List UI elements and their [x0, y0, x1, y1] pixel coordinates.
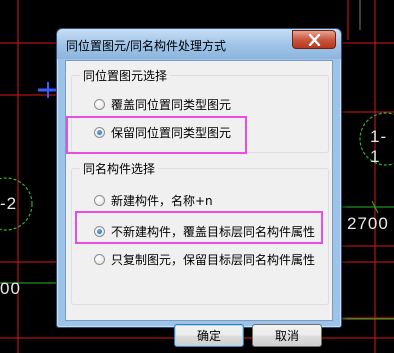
- cad-label: -2: [0, 194, 18, 213]
- cad-label: 1-1: [370, 127, 388, 166]
- duplicate-handling-dialog: 同位置图元/同名构件处理方式 同位置图元选择 覆盖同位置同类型图元 保留同位置同…: [56, 28, 342, 347]
- same-name-group: 同名构件选择 新建构件，名称+n 不新建构件，覆盖目标层同名构件属性 只复制图元…: [71, 160, 329, 305]
- ok-button[interactable]: 确定: [174, 324, 244, 347]
- dialog-title: 同位置图元/同名构件处理方式: [66, 39, 227, 53]
- cad-label: 2700: [347, 214, 389, 233]
- radio-overwrite-target-properties[interactable]: 不新建构件，覆盖目标层同名构件属性: [94, 223, 315, 239]
- radio-create-new-component[interactable]: 新建构件，名称+n: [94, 192, 213, 208]
- group-frame: [71, 75, 329, 153]
- dialog-client-area: 同位置图元选择 覆盖同位置同类型图元 保留同位置同类型图元 同名构件选择 新建构…: [65, 60, 333, 347]
- radio-button[interactable]: [94, 194, 105, 206]
- radio-keep-same-position[interactable]: 保留同位置同类型图元: [94, 124, 231, 140]
- radio-copy-only-keep-properties[interactable]: 只复制图元，保留目标层同名构件属性: [94, 251, 315, 267]
- radio-button[interactable]: [94, 253, 105, 265]
- same-position-group: 同位置图元选择 覆盖同位置同类型图元 保留同位置同类型图元: [71, 67, 329, 153]
- radio-button[interactable]: [94, 98, 105, 110]
- cancel-button[interactable]: 取消: [252, 324, 322, 347]
- close-button[interactable]: [292, 30, 336, 49]
- cad-label: 00: [0, 279, 21, 298]
- radio-label: 新建构件，名称+n: [111, 193, 213, 208]
- group-title: 同位置图元选择: [80, 67, 171, 84]
- radio-button-selected[interactable]: [94, 126, 105, 138]
- close-x-icon: [308, 34, 321, 46]
- radio-label: 覆盖同位置同类型图元: [111, 97, 232, 112]
- radio-button-selected[interactable]: [94, 225, 105, 237]
- radio-label: 不新建构件，覆盖目标层同名构件属性: [111, 224, 316, 239]
- dialog-title-bar[interactable]: 同位置图元/同名构件处理方式: [57, 29, 341, 59]
- radio-label: 保留同位置同类型图元: [111, 125, 232, 140]
- group-title: 同名构件选择: [80, 160, 159, 177]
- radio-overwrite-same-position[interactable]: 覆盖同位置同类型图元: [94, 96, 231, 112]
- radio-label: 只复制图元，保留目标层同名构件属性: [111, 252, 316, 267]
